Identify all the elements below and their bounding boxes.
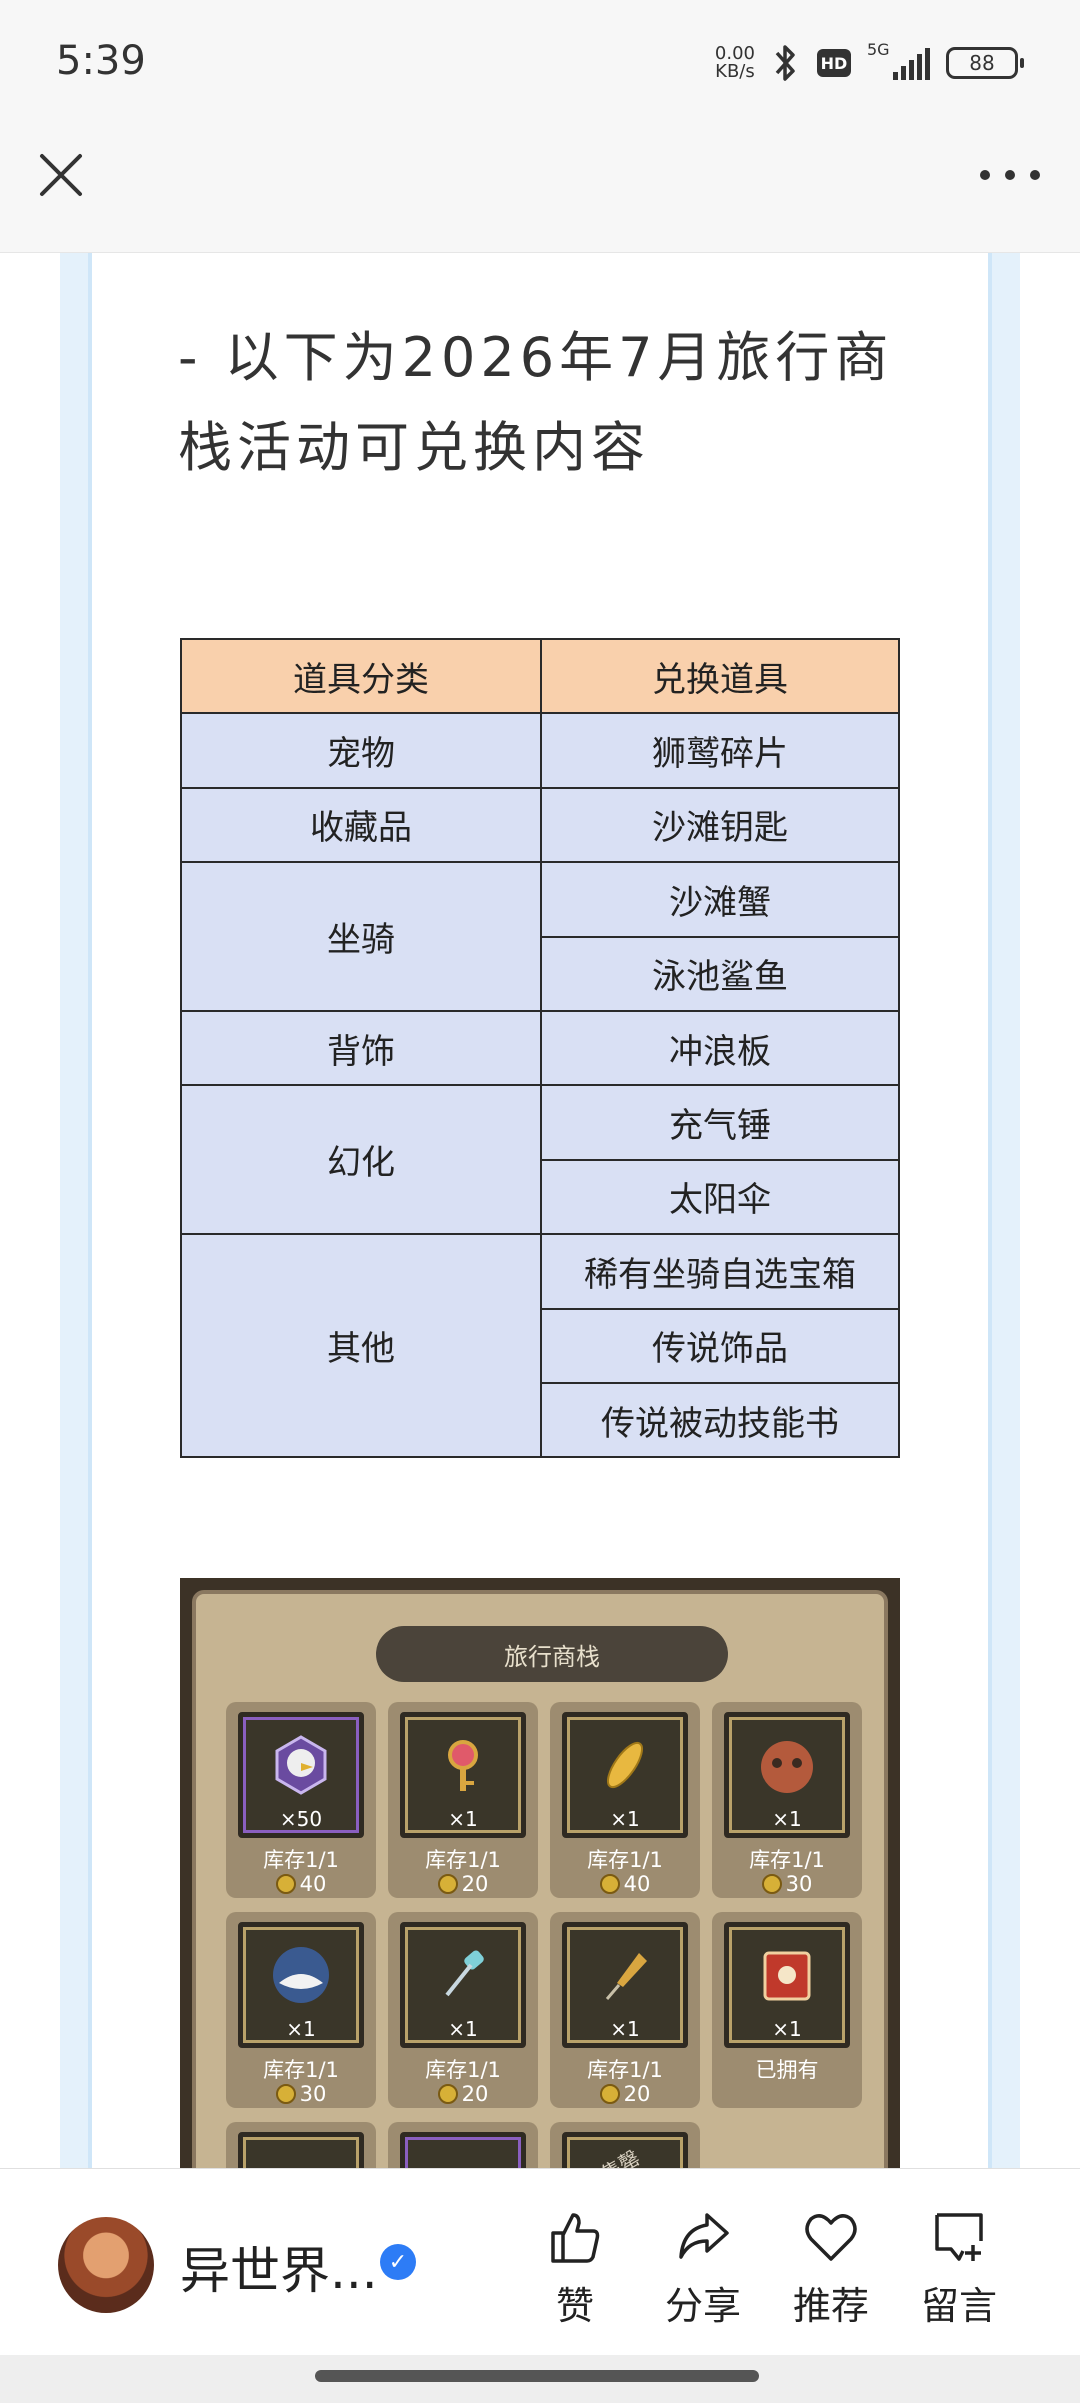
- heart-icon: [805, 2214, 857, 2261]
- author-name[interactable]: 异世界...: [180, 2231, 378, 2303]
- table-header: 道具分类: [180, 637, 542, 715]
- nav-bar: [0, 125, 1080, 253]
- shop-panel: 旅行商栈 ×50 库存1/1 40 ×1 库存1/1 20 ×1 库存1/1 4…: [192, 1590, 888, 2168]
- key-icon: [448, 1740, 478, 1791]
- shop-title: 旅行商栈: [376, 1626, 728, 1682]
- game-screenshot: 旅行商栈 ×50 库存1/1 40 ×1 库存1/1 20 ×1 库存1/1 4…: [180, 1578, 900, 2168]
- shop-slot: ×1 库存1/1 30: [712, 1702, 862, 1898]
- signal-icon: 5G: [867, 40, 930, 80]
- close-icon[interactable]: [36, 150, 86, 200]
- recommend-button[interactable]: 推荐: [776, 2207, 886, 2330]
- table-cell-category: 坐骑: [180, 861, 542, 1012]
- article-content: - 以下为2026年7月旅行商栈活动可兑换内容 道具分类 兑换道具 宠物 狮鹫碎…: [0, 253, 1080, 2168]
- shop-slot: ×1 库存1/1 30: [226, 1912, 376, 2108]
- sold-out-stamp: 已售罄: [578, 2142, 644, 2168]
- shop-slot: ×50 库存1/1 40: [226, 1702, 376, 1898]
- shop-slot: ×1 库存1/1 20: [388, 1912, 538, 2108]
- table-cell-item: 冲浪板: [540, 1009, 900, 1087]
- table-row: 幻化 充气锤: [180, 1084, 900, 1236]
- table-row: 其他 稀有坐骑自选宝箱: [180, 1233, 900, 1459]
- status-bar: 5:39 0.00 KB/s HD 5G 88: [0, 0, 1080, 125]
- griffin-icon: [275, 1735, 327, 1795]
- hd-icon: HD: [817, 49, 851, 77]
- table-cell-item: 沙滩钥匙: [540, 786, 900, 864]
- table-cell-category: 幻化: [180, 1084, 542, 1236]
- table-row: 坐骑 沙滩蟹: [180, 861, 900, 1012]
- ribbed-item-icon: [431, 2153, 495, 2168]
- shop-slot: ×1 库存1/1 40: [550, 1702, 700, 1898]
- battery-icon: 88: [946, 47, 1024, 79]
- shark-icon: [273, 1947, 329, 2003]
- intro-text: - 以下为2026年7月旅行商栈活动可兑换内容: [178, 326, 894, 479]
- share-button[interactable]: 分享: [648, 2207, 758, 2330]
- status-icons: 0.00 KB/s HD 5G 88: [714, 38, 1024, 88]
- comment-icon: [935, 2213, 983, 2261]
- comment-button[interactable]: 留言: [904, 2207, 1014, 2330]
- table-cell-item: 传说被动技能书: [540, 1381, 900, 1459]
- crab-icon: [761, 1741, 813, 1793]
- table-header: 兑换道具: [540, 637, 900, 715]
- thumbs-up-icon: [551, 2213, 600, 2263]
- shop-slot: [388, 2122, 538, 2168]
- author-avatar[interactable]: [58, 2217, 154, 2313]
- table-cell-item: 泳池鲨鱼: [540, 935, 900, 1012]
- umbrella-icon: [605, 1953, 647, 2000]
- skill-book-icon: [763, 1951, 811, 2001]
- table-cell-item: 沙滩蟹: [540, 861, 900, 938]
- table-cell-category: 收藏品: [180, 786, 542, 864]
- shop-slot: ×1 库存1/1 20: [550, 1912, 700, 2108]
- surfboard-icon: [606, 1741, 644, 1789]
- table-cell-category: 宠物: [180, 712, 542, 789]
- shop-slot: ×1 库存1/1 20: [388, 1702, 538, 1898]
- table-cell-item: 狮鹫碎片: [540, 712, 900, 789]
- like-button[interactable]: 赞: [520, 2207, 630, 2330]
- verified-badge-icon: ✓: [380, 2244, 416, 2280]
- shop-slot: 已售罄: [550, 2122, 700, 2168]
- shop-slot: [226, 2122, 376, 2168]
- table-cell-item: 稀有坐骑自选宝箱: [540, 1233, 900, 1310]
- status-time: 5:39: [56, 38, 146, 84]
- share-icon: [679, 2213, 729, 2259]
- table-cell-category: 其他: [180, 1233, 542, 1459]
- bluetooth-icon: [775, 45, 795, 81]
- table-row: 收藏品 沙滩钥匙: [180, 786, 900, 864]
- shop-slot: ×1 已拥有: [712, 1912, 862, 2108]
- table-row: 宠物 狮鹫碎片: [180, 712, 900, 789]
- table-cell-item: 太阳伞: [540, 1158, 900, 1236]
- table-cell-item: 传说饰品: [540, 1307, 900, 1384]
- table-row: 背饰 冲浪板: [180, 1009, 900, 1087]
- home-indicator[interactable]: [315, 2370, 759, 2382]
- table-cell-item: 充气锤: [540, 1084, 900, 1161]
- ribbed-item-icon: [269, 2153, 333, 2168]
- exchange-table: 道具分类 兑换道具 宠物 狮鹫碎片 收藏品 沙滩钥匙 坐骑 沙滩蟹 泳池鲨鱼 背…: [180, 637, 900, 1459]
- hammer-icon: [445, 1950, 484, 1997]
- table-cell-category: 背饰: [180, 1009, 542, 1087]
- more-icon[interactable]: [980, 160, 1040, 190]
- network-speed: 0.00 KB/s: [714, 43, 755, 82]
